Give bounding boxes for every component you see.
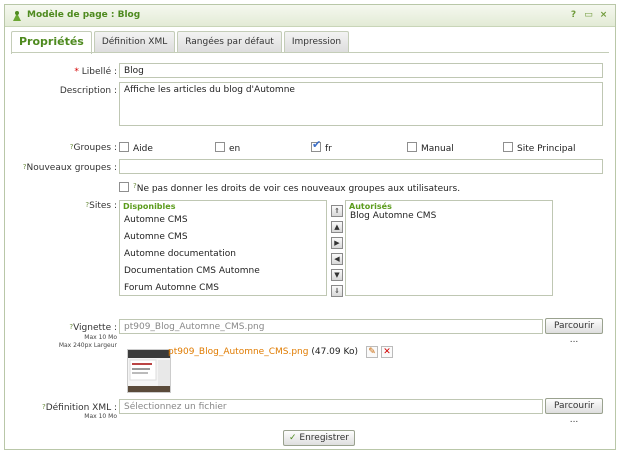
move-up-icon[interactable]: ▲: [331, 221, 343, 233]
vignette-browse-button[interactable]: Parcourir ...: [545, 318, 603, 345]
group-site-principal-checkbox[interactable]: [503, 142, 513, 152]
group-fr-checkbox[interactable]: [311, 138, 321, 152]
available-header: Disponibles: [123, 202, 176, 211]
libelle-label: * Libellé :: [74, 67, 117, 77]
sites-authorized-list[interactable]: Autorisés Blog Automne CMS: [345, 200, 553, 296]
list-item[interactable]: Automne documentation: [124, 249, 236, 259]
check-icon: ✓: [288, 433, 297, 443]
move-all-down-icon[interactable]: ⇓: [331, 285, 343, 297]
vignette-file-size: (47.09 Ko): [311, 347, 358, 357]
tab-strip: Propriétés Définition XML Rangées par dé…: [11, 31, 350, 54]
nouveaux-groupes-input[interactable]: [119, 159, 603, 174]
definition-xml-browse-button[interactable]: Parcourir ...: [545, 398, 603, 425]
remove-icon[interactable]: ◀: [331, 253, 343, 265]
help-icon[interactable]: ?: [568, 9, 579, 21]
tab-impression[interactable]: Impression: [283, 31, 350, 53]
delete-icon[interactable]: ✕: [381, 346, 393, 358]
list-item[interactable]: Automne CMS: [124, 232, 188, 242]
group-manual-checkbox[interactable]: [407, 142, 417, 152]
no-rights-option[interactable]: ?Ne pas donner les droits de voir ces no…: [119, 182, 460, 194]
group-aide[interactable]: Aide: [119, 142, 153, 154]
window-titlebar[interactable]: Modèle de page : Blog ? ▭ ×: [5, 5, 615, 27]
move-down-icon[interactable]: ▼: [331, 269, 343, 281]
list-item[interactable]: Blog Automne CMS: [350, 211, 436, 221]
groupes-label: ?Groupes :: [69, 143, 117, 153]
list-item[interactable]: Forum Automne CMS: [124, 283, 219, 293]
sites-label: ?Sites :: [85, 201, 117, 211]
definition-xml-label: ?Définition XML :: [42, 403, 117, 413]
group-en[interactable]: en: [215, 142, 240, 154]
vignette-file-link[interactable]: pt909_Blog_Automne_CMS.png (47.09 Ko): [168, 347, 358, 357]
template-icon: [13, 11, 21, 21]
nouveaux-groupes-label: ?Nouveaux groupes :: [22, 163, 117, 173]
libelle-input[interactable]: Blog: [119, 63, 603, 78]
page-template-window: Modèle de page : Blog ? ▭ × Propriétés D…: [4, 4, 616, 450]
description-textarea[interactable]: Affiche les articles du blog d'Automne: [119, 82, 603, 126]
list-item[interactable]: Documentation CMS Automne: [124, 266, 260, 276]
group-site-principal[interactable]: Site Principal: [503, 142, 576, 154]
no-rights-checkbox[interactable]: [119, 182, 129, 192]
vignette-label: ?Vignette :: [69, 323, 117, 333]
edit-icon[interactable]: ✎: [366, 346, 378, 358]
definition-xml-hint: Max 10 Mo: [84, 413, 117, 420]
close-icon[interactable]: ×: [598, 9, 609, 21]
vignette-input[interactable]: pt909_Blog_Automne_CMS.png: [119, 319, 543, 334]
tab-definition-xml[interactable]: Définition XML: [93, 31, 176, 53]
maximize-icon[interactable]: ▭: [583, 9, 594, 21]
vignette-hint-width: Max 240px Largeur: [58, 342, 117, 349]
tab-rangees[interactable]: Rangées par défaut: [177, 31, 282, 53]
sites-available-list[interactable]: Disponibles Automne CMS Automne CMS Auto…: [119, 200, 327, 296]
group-en-checkbox[interactable]: [215, 142, 225, 152]
window-title: Modèle de page : Blog: [27, 10, 141, 20]
tab-proprietes[interactable]: Propriétés: [11, 31, 92, 54]
authorized-header: Autorisés: [349, 202, 392, 211]
description-label: Description :: [59, 86, 117, 96]
definition-xml-input[interactable]: Sélectionnez un fichier: [119, 399, 543, 414]
vignette-hint-size: Max 10 Mo: [84, 334, 117, 341]
group-manual[interactable]: Manual: [407, 142, 454, 154]
vignette-thumbnail: [127, 349, 171, 393]
group-fr[interactable]: fr: [311, 138, 332, 154]
list-item[interactable]: Automne CMS: [124, 215, 188, 225]
move-all-up-icon[interactable]: ⇑: [331, 205, 343, 217]
group-aide-checkbox[interactable]: [119, 142, 129, 152]
add-icon[interactable]: ▶: [331, 237, 343, 249]
save-button[interactable]: ✓ Enregistrer: [283, 430, 355, 446]
